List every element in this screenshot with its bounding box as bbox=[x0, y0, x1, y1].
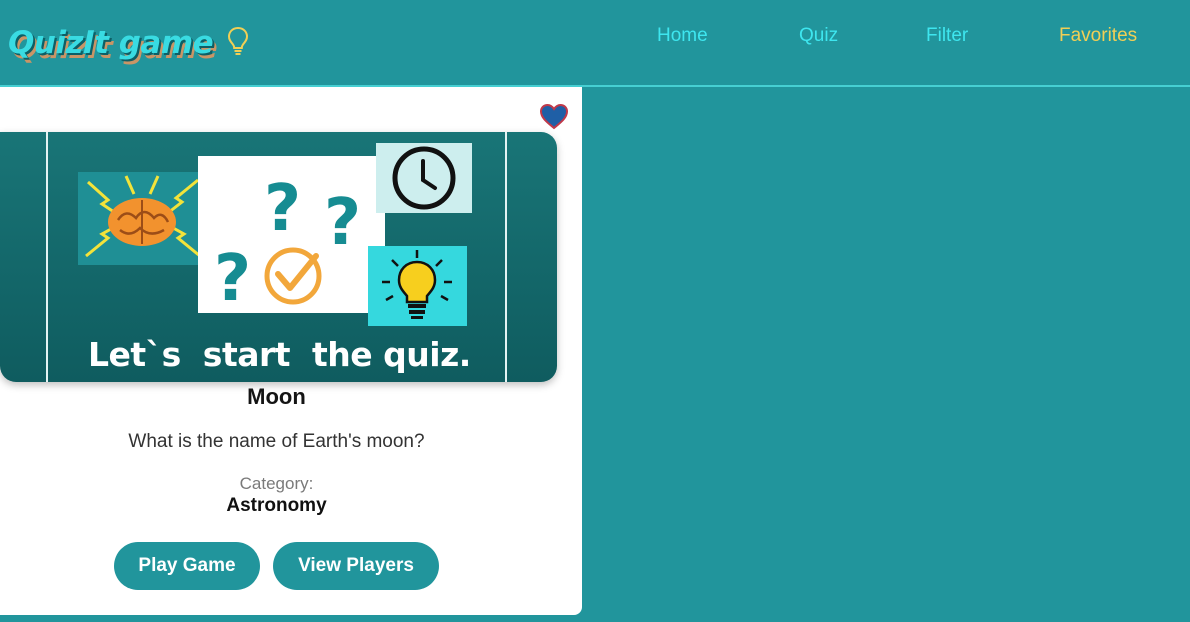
category-value: Astronomy bbox=[226, 495, 327, 516]
nav-filter[interactable]: Filter bbox=[926, 25, 968, 47]
question-mark-icon: ? ? ? bbox=[198, 156, 385, 313]
nav-favorites[interactable]: Favorites bbox=[1059, 25, 1137, 47]
brand-logo[interactable]: QuizIt game bbox=[8, 18, 249, 68]
svg-text:?: ? bbox=[324, 186, 361, 260]
brand-name: QuizIt game bbox=[8, 25, 214, 61]
banner-divider bbox=[505, 132, 507, 382]
category-label: Category: bbox=[239, 474, 314, 493]
quiz-question: What is the name of Earth's moon? bbox=[128, 431, 425, 452]
play-game-button[interactable]: Play Game bbox=[114, 542, 260, 590]
banner-caption: Let`s start the quiz. bbox=[88, 335, 471, 374]
view-players-button[interactable]: View Players bbox=[273, 542, 439, 590]
lightbulb-icon bbox=[368, 246, 467, 326]
svg-text:?: ? bbox=[214, 242, 251, 313]
banner-divider bbox=[46, 132, 48, 382]
quiz-title: Moon bbox=[247, 384, 306, 409]
nav-quiz[interactable]: Quiz bbox=[799, 25, 838, 47]
heart-icon[interactable] bbox=[539, 103, 569, 130]
brain-icon bbox=[78, 172, 207, 265]
lightbulb-icon bbox=[228, 26, 249, 55]
navbar: QuizIt game Home Quiz Filter Favorites bbox=[0, 0, 1190, 87]
quiz-banner-image: ? ? ? Let`s start the quiz. bbox=[0, 132, 557, 382]
clock-icon bbox=[376, 143, 472, 213]
quiz-card: ? ? ? Let`s start the quiz. Moon What is… bbox=[0, 87, 582, 615]
nav-home[interactable]: Home bbox=[657, 25, 708, 47]
svg-text:?: ? bbox=[264, 172, 301, 246]
